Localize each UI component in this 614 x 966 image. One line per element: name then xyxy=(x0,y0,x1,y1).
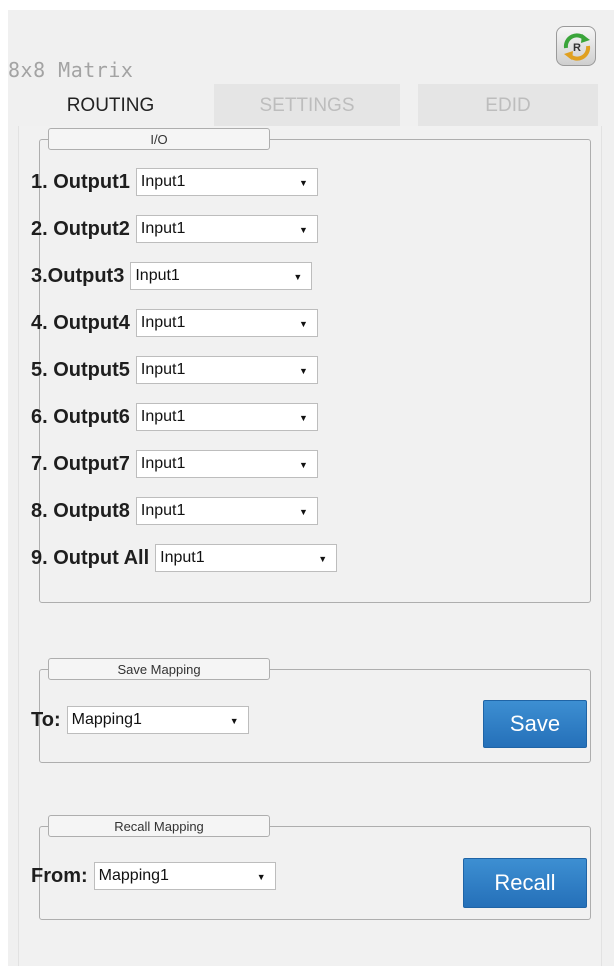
select-value: Input1 xyxy=(135,267,180,284)
save-mapping-row: To: Mapping1 ▼ xyxy=(31,703,249,737)
select-value: Input1 xyxy=(140,173,186,190)
dropdown-arrow-icon: ▼ xyxy=(298,225,308,235)
output-label: 7. Output7 xyxy=(31,452,130,475)
recall-button[interactable]: Recall xyxy=(463,858,587,908)
select-value: Mapping1 xyxy=(98,867,169,884)
output8-select[interactable]: Input1 ▼ xyxy=(135,497,318,525)
output-label: 2. Output2 xyxy=(31,217,130,240)
select-value: Input1 xyxy=(140,502,186,519)
dropdown-arrow-icon: ▼ xyxy=(298,366,308,376)
select-value: Input1 xyxy=(140,408,186,425)
output1-select[interactable]: Input1 ▼ xyxy=(135,168,318,196)
output-row-5: 5. Output5 Input1 ▼ xyxy=(31,353,318,387)
tab-bar: ROUTING SETTINGS EDID xyxy=(18,84,598,128)
refresh-icon: R xyxy=(563,33,591,61)
output-row-all: 9. Output All Input1 ▼ xyxy=(31,541,338,575)
output-label: 1. Output1 xyxy=(31,170,130,193)
output-label: 4. Output4 xyxy=(31,311,130,334)
output-row-3: 3.Output3 Input1 ▼ xyxy=(31,259,313,293)
output3-select[interactable]: Input1 ▼ xyxy=(130,262,313,290)
dropdown-arrow-icon: ▼ xyxy=(293,272,303,282)
output-row-4: 4. Output4 Input1 ▼ xyxy=(31,306,318,340)
output-label: 9. Output All xyxy=(31,546,150,569)
output-label: 8. Output8 xyxy=(31,499,130,522)
save-mapping-select[interactable]: Mapping1 ▼ xyxy=(66,706,249,734)
select-value: Input1 xyxy=(140,455,186,472)
output-all-select[interactable]: Input1 ▼ xyxy=(155,544,338,572)
output6-select[interactable]: Input1 ▼ xyxy=(135,403,318,431)
output-row-1: 1. Output1 Input1 ▼ xyxy=(31,165,318,199)
recall-from-label: From: xyxy=(31,864,88,887)
dropdown-arrow-icon: ▼ xyxy=(318,554,328,564)
dropdown-arrow-icon: ▼ xyxy=(298,319,308,329)
output-label: 5. Output5 xyxy=(31,358,130,381)
refresh-button[interactable]: R xyxy=(556,26,596,66)
dropdown-arrow-icon: ▼ xyxy=(298,178,308,188)
output2-select[interactable]: Input1 ▼ xyxy=(135,215,318,243)
tab-edid[interactable]: EDID xyxy=(418,84,598,128)
output-row-2: 2. Output2 Input1 ▼ xyxy=(31,212,318,246)
io-legend: I/O xyxy=(48,128,270,150)
output-label: 6. Output6 xyxy=(31,405,130,428)
routing-panel: I/O 1. Output1 Input1 ▼ 2. Output2 Input… xyxy=(18,126,602,966)
dropdown-arrow-icon: ▼ xyxy=(229,716,239,726)
select-value: Input1 xyxy=(140,361,186,378)
output4-select[interactable]: Input1 ▼ xyxy=(135,309,318,337)
output-row-6: 6. Output6 Input1 ▼ xyxy=(31,400,318,434)
output5-select[interactable]: Input1 ▼ xyxy=(135,356,318,384)
select-value: Input1 xyxy=(140,220,186,237)
recall-mapping-row: From: Mapping1 ▼ xyxy=(31,859,276,893)
tab-settings[interactable]: SETTINGS xyxy=(214,84,400,128)
app-title: 8x8 Matrix xyxy=(8,58,134,82)
output-row-8: 8. Output8 Input1 ▼ xyxy=(31,494,318,528)
save-to-label: To: xyxy=(31,708,61,731)
app-page: 8x8 Matrix R ROUTING SETTINGS EDID I/O 1… xyxy=(8,10,614,966)
output-row-7: 7. Output7 Input1 ▼ xyxy=(31,447,318,481)
tab-routing[interactable]: ROUTING xyxy=(18,84,203,128)
dropdown-arrow-icon: ▼ xyxy=(298,507,308,517)
save-button[interactable]: Save xyxy=(483,700,587,748)
dropdown-arrow-icon: ▼ xyxy=(298,413,308,423)
save-mapping-legend: Save Mapping xyxy=(48,658,270,680)
select-value: Mapping1 xyxy=(71,711,142,728)
output7-select[interactable]: Input1 ▼ xyxy=(135,450,318,478)
refresh-letter: R xyxy=(573,42,581,54)
select-value: Input1 xyxy=(160,549,205,566)
recall-mapping-legend: Recall Mapping xyxy=(48,815,270,837)
output-label: 3.Output3 xyxy=(31,264,125,287)
dropdown-arrow-icon: ▼ xyxy=(256,872,266,882)
select-value: Input1 xyxy=(140,314,186,331)
dropdown-arrow-icon: ▼ xyxy=(298,460,308,470)
recall-mapping-select[interactable]: Mapping1 ▼ xyxy=(93,862,276,890)
